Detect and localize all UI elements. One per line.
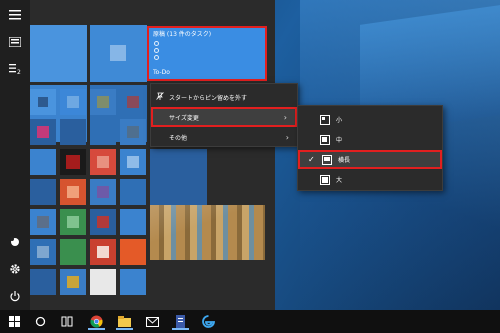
file-explorer-icon[interactable]: [116, 313, 133, 330]
user-icon[interactable]: [6, 233, 24, 251]
mail-icon[interactable]: [144, 313, 161, 330]
unpin-from-start-item[interactable]: スタートからピン留めを外す: [151, 87, 297, 107]
app-tile[interactable]: [90, 239, 116, 265]
all-apps-icon[interactable]: [6, 33, 24, 51]
more-item[interactable]: その他 ›: [151, 127, 297, 147]
app-tile[interactable]: [90, 149, 116, 175]
app-tile[interactable]: [90, 269, 116, 295]
document-icon[interactable]: [172, 313, 189, 330]
size-large-item[interactable]: 大: [298, 170, 442, 189]
app-tile[interactable]: [30, 269, 56, 295]
active-indicator: [116, 328, 133, 330]
task-view-icon[interactable]: [58, 313, 75, 330]
active-indicator: [88, 328, 105, 330]
task-circle-icon: [154, 48, 159, 53]
app-tile[interactable]: [90, 25, 147, 82]
task-circle-icon: [154, 55, 159, 60]
app-tile[interactable]: [150, 149, 207, 206]
app-tile[interactable]: [120, 269, 146, 295]
hamburger-icon[interactable]: [6, 6, 24, 24]
start-menu-rail: 2: [0, 0, 30, 310]
start-menu: 2 原稿 (13 件のタスク) To-Do: [0, 0, 275, 310]
todo-tile[interactable]: 原稿 (13 件のタスク) To-Do: [147, 26, 267, 81]
app-tile[interactable]: [90, 209, 116, 235]
app-tile[interactable]: [60, 239, 86, 265]
resize-label: サイズ変更: [169, 114, 199, 122]
size-wide-label: 横長: [338, 157, 351, 164]
resize-item[interactable]: サイズ変更 ›: [151, 107, 297, 127]
app-tile[interactable]: [120, 209, 146, 235]
app-tile[interactable]: [120, 239, 146, 265]
app-tile[interactable]: [30, 25, 87, 82]
sort-icon[interactable]: 2: [6, 60, 24, 78]
settings-icon[interactable]: [6, 260, 24, 278]
app-tile[interactable]: [30, 149, 56, 175]
chevron-right-icon: ›: [283, 112, 287, 122]
more-label: その他: [169, 134, 188, 142]
power-icon[interactable]: [6, 287, 24, 305]
size-medium-item[interactable]: 中: [298, 130, 442, 149]
app-tile[interactable]: [30, 119, 56, 145]
wide-size-icon: [322, 154, 332, 165]
size-small-item[interactable]: 小: [298, 110, 442, 129]
medium-size-icon: [320, 134, 330, 145]
svg-text:2: 2: [17, 69, 21, 75]
app-tile[interactable]: [90, 89, 116, 115]
app-tile[interactable]: [30, 89, 56, 115]
photos-tile[interactable]: [150, 205, 265, 260]
size-wide-item[interactable]: ✓ 横長: [298, 150, 442, 169]
resize-submenu: 小 中 ✓ 横長 大: [297, 105, 443, 191]
todo-tile-title: 原稿 (13 件のタスク): [153, 31, 212, 38]
large-size-icon: [320, 174, 330, 185]
app-tile[interactable]: [60, 269, 86, 295]
taskbar: [0, 310, 500, 333]
app-tile[interactable]: [120, 119, 146, 145]
app-tile[interactable]: [90, 119, 116, 145]
app-tile[interactable]: [60, 119, 86, 145]
active-indicator: [172, 328, 189, 330]
app-tile[interactable]: [60, 89, 86, 115]
checkmark-icon: ✓: [308, 155, 315, 164]
app-tile[interactable]: [60, 209, 86, 235]
chevron-right-icon: ›: [285, 132, 289, 142]
search-icon[interactable]: [32, 313, 49, 330]
tile-context-menu: スタートからピン留めを外す サイズ変更 › その他 ›: [150, 83, 298, 147]
size-large-label: 大: [336, 177, 343, 184]
app-tile[interactable]: [60, 179, 86, 205]
edge-icon[interactable]: [200, 313, 217, 330]
app-tile[interactable]: [120, 179, 146, 205]
task-circle-icon: [154, 41, 159, 46]
unpin-label: スタートからピン留めを外す: [169, 94, 248, 102]
app-tile[interactable]: [120, 89, 146, 115]
windows-start-icon[interactable]: [6, 313, 23, 330]
app-tile[interactable]: [30, 239, 56, 265]
app-tile[interactable]: [30, 209, 56, 235]
chrome-icon[interactable]: [88, 313, 105, 330]
size-small-label: 小: [336, 117, 343, 124]
todo-tile-name: To-Do: [153, 69, 170, 76]
small-size-icon: [320, 114, 330, 125]
app-tile[interactable]: [60, 149, 86, 175]
app-tile[interactable]: [120, 149, 146, 175]
size-medium-label: 中: [336, 137, 343, 144]
app-tile[interactable]: [90, 179, 116, 205]
app-tile[interactable]: [30, 179, 56, 205]
unpin-icon: [156, 92, 164, 102]
